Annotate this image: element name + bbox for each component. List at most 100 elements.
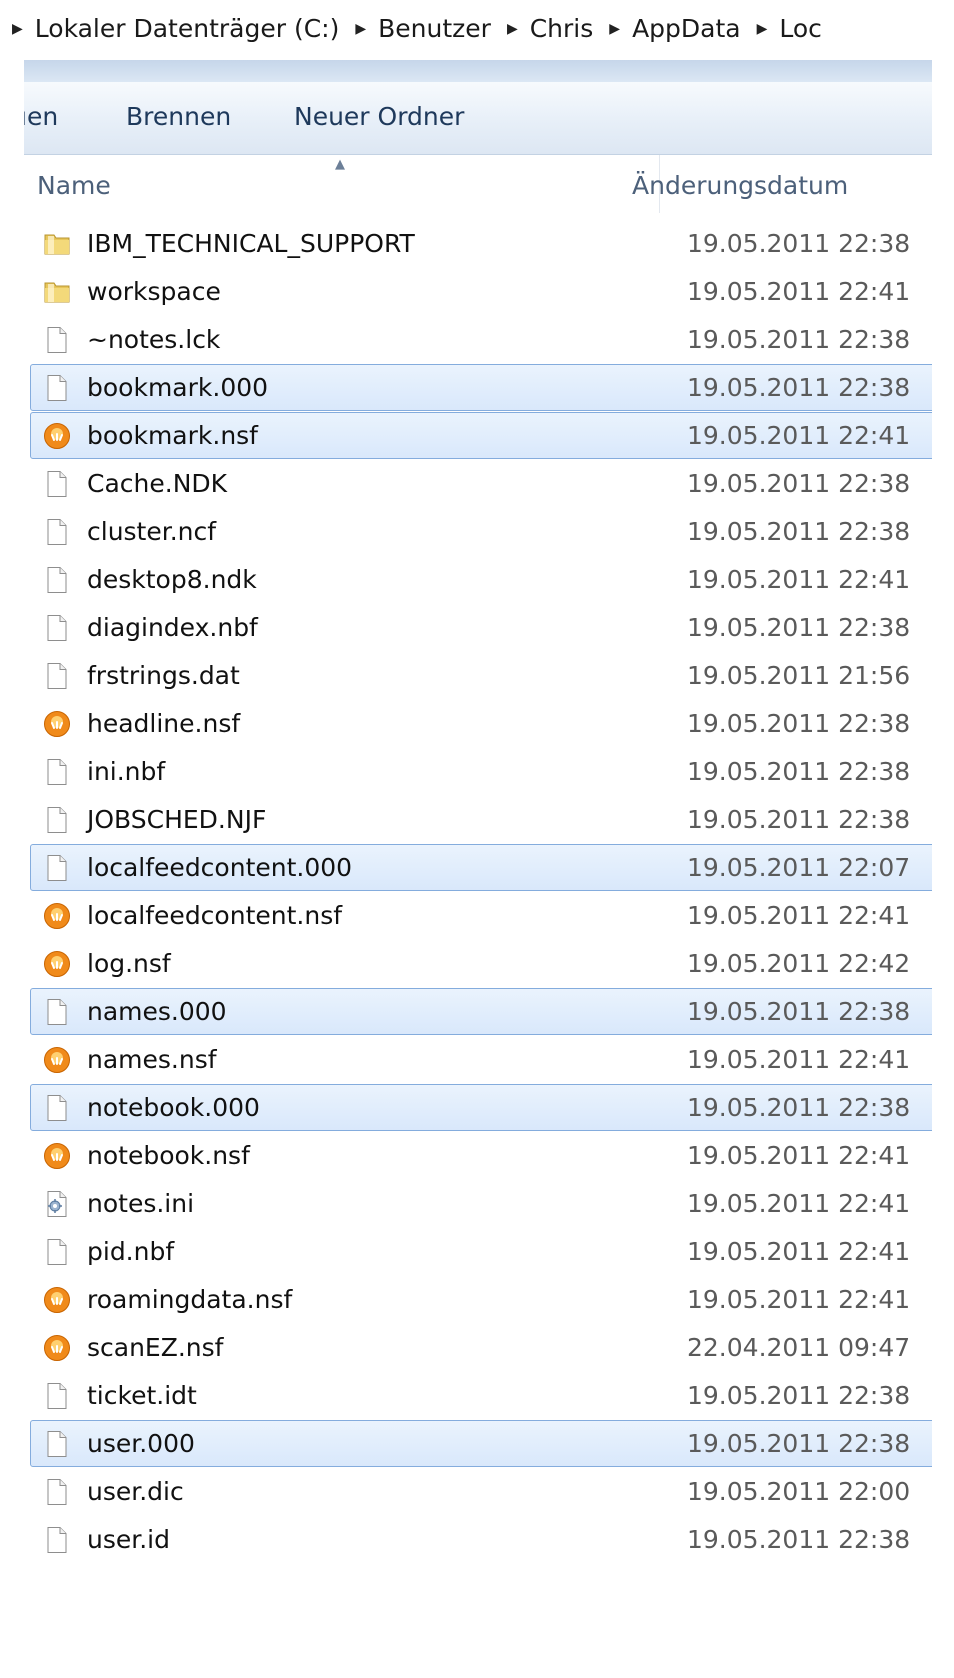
- chevron-right-icon[interactable]: ▶: [609, 22, 620, 36]
- chevron-right-icon[interactable]: ▶: [355, 22, 366, 36]
- file-name: names.nsf: [87, 1045, 217, 1074]
- file-icon: [43, 374, 71, 402]
- file-row[interactable]: names.000 19.05.2011 22:38: [30, 988, 954, 1035]
- config-file-icon: [43, 1190, 71, 1218]
- address-bar[interactable]: ▶ Lokaler Datenträger (C:) ▶ Benutzer ▶ …: [0, 0, 932, 62]
- file-row[interactable]: JOBSCHED.NJF 19.05.2011 22:38: [30, 796, 954, 843]
- file-modified-date: 19.05.2011 22:41: [687, 565, 911, 594]
- file-modified-date: 19.05.2011 22:41: [687, 1141, 911, 1170]
- breadcrumb-item-drive[interactable]: Lokaler Datenträger (C:): [35, 14, 340, 43]
- file-row[interactable]: user.id 19.05.2011 22:38: [30, 1516, 954, 1563]
- breadcrumb-item-chris[interactable]: Chris: [530, 14, 594, 43]
- file-row[interactable]: log.nsf 19.05.2011 22:42: [30, 940, 954, 987]
- new-folder-button[interactable]: Neuer Ordner: [294, 102, 464, 131]
- file-icon: [43, 326, 71, 354]
- file-icon: [43, 1382, 71, 1410]
- file-name: bookmark.000: [87, 373, 269, 402]
- file-row[interactable]: workspace 19.05.2011 22:41: [30, 268, 954, 315]
- file-row[interactable]: localfeedcontent.nsf 19.05.2011 22:41: [30, 892, 954, 939]
- file-modified-date: 19.05.2011 22:38: [687, 229, 911, 258]
- file-row[interactable]: names.nsf 19.05.2011 22:41: [30, 1036, 954, 1083]
- file-name: log.nsf: [87, 949, 171, 978]
- file-row[interactable]: notes.ini 19.05.2011 22:41: [30, 1180, 954, 1227]
- file-row[interactable]: bookmark.nsf 19.05.2011 22:41: [30, 412, 954, 459]
- file-name: scanEZ.nsf: [87, 1333, 224, 1362]
- file-name: ~notes.lck: [87, 325, 221, 354]
- burn-button[interactable]: Brennen: [126, 102, 231, 131]
- breadcrumb-item-appdata[interactable]: AppData: [632, 14, 741, 43]
- file-modified-date: 19.05.2011 22:42: [687, 949, 911, 978]
- file-name: user.000: [87, 1429, 195, 1458]
- file-row[interactable]: notebook.000 19.05.2011 22:38: [30, 1084, 954, 1131]
- file-row[interactable]: ~notes.lck 19.05.2011 22:38: [30, 316, 954, 363]
- file-row[interactable]: ticket.idt 19.05.2011 22:38: [30, 1372, 954, 1419]
- window-edge: [932, 0, 954, 1678]
- file-icon: [43, 1238, 71, 1266]
- file-name: localfeedcontent.000: [87, 853, 353, 882]
- file-icon: [43, 806, 71, 834]
- column-date[interactable]: Änderungsdatum: [632, 171, 848, 200]
- file-name: roamingdata.nsf: [87, 1285, 293, 1314]
- file-row[interactable]: frstrings.dat 19.05.2011 21:56: [30, 652, 954, 699]
- file-row[interactable]: headline.nsf 19.05.2011 22:38: [30, 700, 954, 747]
- file-modified-date: 19.05.2011 22:41: [687, 421, 911, 450]
- file-row[interactable]: scanEZ.nsf 22.04.2011 09:47: [30, 1324, 954, 1371]
- file-row[interactable]: Cache.NDK 19.05.2011 22:38: [30, 460, 954, 507]
- file-icon: [43, 1526, 71, 1554]
- notes-db-icon: [43, 422, 71, 450]
- file-icon: [43, 1094, 71, 1122]
- file-name: diagindex.nbf: [87, 613, 258, 642]
- file-row[interactable]: user.dic 19.05.2011 22:00: [30, 1468, 954, 1515]
- file-icon: [43, 998, 71, 1026]
- chevron-right-icon[interactable]: ▶: [12, 22, 23, 36]
- file-name: user.id: [87, 1525, 170, 1554]
- file-row[interactable]: ini.nbf 19.05.2011 22:38: [30, 748, 954, 795]
- file-modified-date: 19.05.2011 22:41: [687, 1189, 911, 1218]
- file-name: notebook.nsf: [87, 1141, 250, 1170]
- file-modified-date: 19.05.2011 22:38: [687, 469, 911, 498]
- chevron-right-icon[interactable]: ▶: [507, 22, 518, 36]
- file-row[interactable]: user.000 19.05.2011 22:38: [30, 1420, 954, 1467]
- command-toolbar: ıen Brennen Neuer Ordner: [24, 82, 932, 155]
- address-bar-frame: [24, 60, 932, 82]
- file-row[interactable]: roamingdata.nsf 19.05.2011 22:41: [30, 1276, 954, 1323]
- notes-db-icon: [43, 902, 71, 930]
- file-modified-date: 19.05.2011 22:38: [687, 805, 911, 834]
- notes-db-icon: [43, 1046, 71, 1074]
- file-name: pid.nbf: [87, 1237, 175, 1266]
- file-name: bookmark.nsf: [87, 421, 258, 450]
- notes-db-icon: [43, 710, 71, 738]
- file-row[interactable]: bookmark.000 19.05.2011 22:38: [30, 364, 954, 411]
- file-modified-date: 19.05.2011 22:38: [687, 709, 911, 738]
- file-row[interactable]: notebook.nsf 19.05.2011 22:41: [30, 1132, 954, 1179]
- file-modified-date: 19.05.2011 22:38: [687, 1525, 911, 1554]
- file-name: ini.nbf: [87, 757, 166, 786]
- file-name: headline.nsf: [87, 709, 241, 738]
- file-modified-date: 19.05.2011 22:38: [687, 517, 911, 546]
- column-name[interactable]: Name: [37, 171, 111, 200]
- notes-db-icon: [43, 950, 71, 978]
- file-name: cluster.ncf: [87, 517, 217, 546]
- file-row[interactable]: cluster.ncf 19.05.2011 22:38: [30, 508, 954, 555]
- file-name: frstrings.dat: [87, 661, 240, 690]
- file-row[interactable]: diagindex.nbf 19.05.2011 22:38: [30, 604, 954, 651]
- file-modified-date: 19.05.2011 22:38: [687, 325, 911, 354]
- file-icon: [43, 518, 71, 546]
- file-row[interactable]: localfeedcontent.000 19.05.2011 22:07: [30, 844, 954, 891]
- breadcrumb: ▶ Lokaler Datenträger (C:) ▶ Benutzer ▶ …: [6, 14, 822, 43]
- breadcrumb-item-benutzer[interactable]: Benutzer: [378, 14, 491, 43]
- file-name: desktop8.ndk: [87, 565, 257, 594]
- file-modified-date: 19.05.2011 22:38: [687, 757, 911, 786]
- notes-db-icon: [43, 1286, 71, 1314]
- file-icon: [43, 854, 71, 882]
- file-modified-date: 19.05.2011 22:38: [687, 997, 911, 1026]
- chevron-right-icon[interactable]: ▶: [757, 22, 768, 36]
- file-row[interactable]: IBM_TECHNICAL_SUPPORT 19.05.2011 22:38: [30, 220, 954, 267]
- file-modified-date: 19.05.2011 22:07: [687, 853, 911, 882]
- file-modified-date: 19.05.2011 22:38: [687, 1429, 911, 1458]
- file-icon: [43, 1478, 71, 1506]
- toolbar-button-partial[interactable]: ıen: [24, 102, 58, 131]
- file-row[interactable]: desktop8.ndk 19.05.2011 22:41: [30, 556, 954, 603]
- breadcrumb-item-local[interactable]: Loc: [779, 14, 822, 43]
- file-row[interactable]: pid.nbf 19.05.2011 22:41: [30, 1228, 954, 1275]
